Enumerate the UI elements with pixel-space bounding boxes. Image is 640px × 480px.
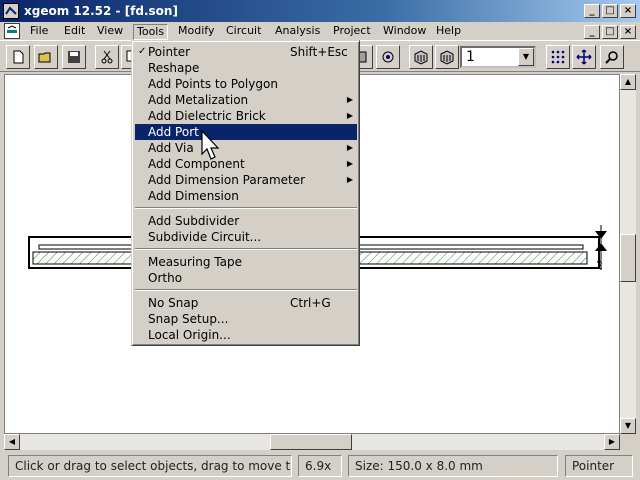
menu-file[interactable]: File — [27, 24, 51, 40]
menu-analysis[interactable]: Analysis — [272, 24, 323, 40]
title-bar: xgeom 12.52 - [fd.son] _ □ × — [0, 0, 640, 22]
menu-modify[interactable]: Modify — [175, 24, 217, 40]
status-zoom: 6.9x — [298, 455, 342, 477]
checkmark-icon: ✓ — [138, 46, 147, 57]
layers-up-icon — [414, 50, 428, 65]
menu-bar: File Edit View Tools Modify Circuit Anal… — [0, 22, 640, 40]
menu-project[interactable]: Project — [330, 24, 374, 40]
menu-item-add-via[interactable]: Add Via ▶ — [135, 140, 357, 156]
scroll-right-icon[interactable]: ▶ — [604, 434, 620, 450]
level-up-button[interactable] — [409, 45, 433, 69]
status-mode: Pointer — [565, 455, 633, 477]
mdi-close-button[interactable]: × — [620, 25, 636, 39]
menu-item-add-metalization[interactable]: Add Metalization ▶ — [135, 92, 357, 108]
status-bar: Click or drag to select objects, drag to… — [0, 452, 640, 480]
tools-menu: ✓ Pointer Shift+Esc Reshape Add Points t… — [131, 40, 360, 346]
save-disk-icon — [68, 51, 80, 63]
menu-item-no-snap[interactable]: No Snap Ctrl+G — [135, 295, 357, 311]
level-select[interactable]: 1 ▼ — [460, 46, 536, 68]
submenu-arrow-icon: ▶ — [346, 111, 353, 120]
menu-item-label: Add Via — [148, 141, 194, 155]
document-icon[interactable] — [4, 23, 20, 39]
menu-item-add-points-to-polygon[interactable]: Add Points to Polygon — [135, 76, 357, 92]
menu-item-measuring-tape[interactable]: Measuring Tape — [135, 254, 357, 270]
window-title: xgeom 12.52 - [fd.son] — [24, 4, 178, 18]
menu-item-ortho[interactable]: Ortho — [135, 270, 357, 286]
menu-item-label: Add Component — [148, 157, 245, 171]
menu-item-label: Add Dimension Parameter — [148, 173, 306, 187]
status-size: Size: 150.0 x 8.0 mm — [348, 455, 558, 477]
menu-circuit[interactable]: Circuit — [223, 24, 264, 40]
menu-item-reshape[interactable]: Reshape — [135, 60, 357, 76]
menu-help[interactable]: Help — [433, 24, 464, 40]
menu-tools[interactable]: Tools — [133, 24, 169, 40]
submenu-arrow-icon: ▶ — [346, 143, 353, 152]
menu-item-label: Pointer — [148, 45, 191, 59]
grid-dots-icon — [551, 50, 565, 64]
scissors-icon — [101, 50, 113, 64]
vertical-scrollbar[interactable]: ▲ ▼ — [620, 74, 636, 434]
maximize-button[interactable]: □ — [602, 4, 618, 18]
menu-edit[interactable]: Edit — [61, 24, 88, 40]
probe-button[interactable] — [376, 45, 400, 69]
submenu-arrow-icon: ▶ — [346, 95, 353, 104]
zoom-button[interactable] — [600, 45, 624, 69]
menu-item-subdivide-circuit[interactable]: Subdivide Circuit... — [135, 229, 357, 245]
menu-separator — [135, 248, 357, 250]
menu-item-shortcut: Ctrl+G — [290, 296, 331, 310]
level-value: 1 — [466, 49, 475, 65]
open-folder-icon — [38, 52, 51, 63]
probe-icon — [382, 51, 394, 63]
new-button[interactable] — [6, 45, 30, 69]
grid-button[interactable] — [546, 45, 570, 69]
app-icon — [3, 3, 19, 19]
scroll-left-icon[interactable]: ◀ — [4, 434, 20, 450]
status-hint: Click or drag to select objects, drag to… — [8, 455, 292, 477]
menu-item-local-origin[interactable]: Local Origin... — [135, 327, 357, 343]
menu-item-add-dimension[interactable]: Add Dimension — [135, 188, 357, 204]
menu-item-add-subdivider[interactable]: Add Subdivider — [135, 213, 357, 229]
submenu-arrow-icon: ▶ — [346, 175, 353, 184]
scroll-up-icon[interactable]: ▲ — [620, 74, 636, 90]
pan-button[interactable] — [572, 45, 596, 69]
mdi-restore-button[interactable]: □ — [602, 25, 618, 39]
menu-view[interactable]: View — [94, 24, 126, 40]
save-button[interactable] — [62, 45, 86, 69]
layers-down-icon — [440, 50, 454, 65]
port-number: 2 — [596, 259, 603, 272]
menu-item-add-component[interactable]: Add Component ▶ — [135, 156, 357, 172]
menu-window[interactable]: Window — [380, 24, 429, 40]
menu-item-pointer[interactable]: ✓ Pointer Shift+Esc — [135, 44, 357, 60]
menu-item-shortcut: Shift+Esc — [290, 45, 348, 59]
zoom-icon — [605, 51, 618, 64]
minimize-button[interactable]: _ — [584, 4, 600, 18]
cut-button[interactable] — [95, 45, 119, 69]
mdi-minimize-button[interactable]: _ — [584, 25, 600, 39]
menu-item-add-port[interactable]: Add Port — [135, 124, 357, 140]
submenu-arrow-icon: ▶ — [346, 159, 353, 168]
menu-separator — [135, 207, 357, 209]
port-arrow-bottom — [595, 243, 607, 251]
horizontal-scrollbar[interactable]: ◀ ▶ — [4, 434, 620, 450]
close-button[interactable]: × — [620, 4, 636, 18]
menu-item-snap-setup[interactable]: Snap Setup... — [135, 311, 357, 327]
horizontal-scroll-thumb[interactable] — [270, 434, 352, 450]
menu-item-add-dielectric-brick[interactable]: Add Dielectric Brick ▶ — [135, 108, 357, 124]
menu-item-add-dimension-parameter[interactable]: Add Dimension Parameter ▶ — [135, 172, 357, 188]
new-file-icon — [13, 50, 24, 64]
open-button[interactable] — [34, 45, 58, 69]
menu-item-label: Add Metalization — [148, 93, 249, 107]
level-down-button[interactable] — [435, 45, 459, 69]
move-arrows-icon — [576, 49, 592, 65]
chevron-down-icon[interactable]: ▼ — [518, 48, 534, 66]
scroll-down-icon[interactable]: ▼ — [620, 418, 636, 434]
vertical-scroll-thumb[interactable] — [620, 234, 636, 282]
mouse-pointer-icon — [201, 130, 220, 160]
menu-separator — [135, 289, 357, 291]
menu-item-label: Add Dielectric Brick — [148, 109, 266, 123]
menu-item-label: No Snap — [148, 296, 199, 310]
